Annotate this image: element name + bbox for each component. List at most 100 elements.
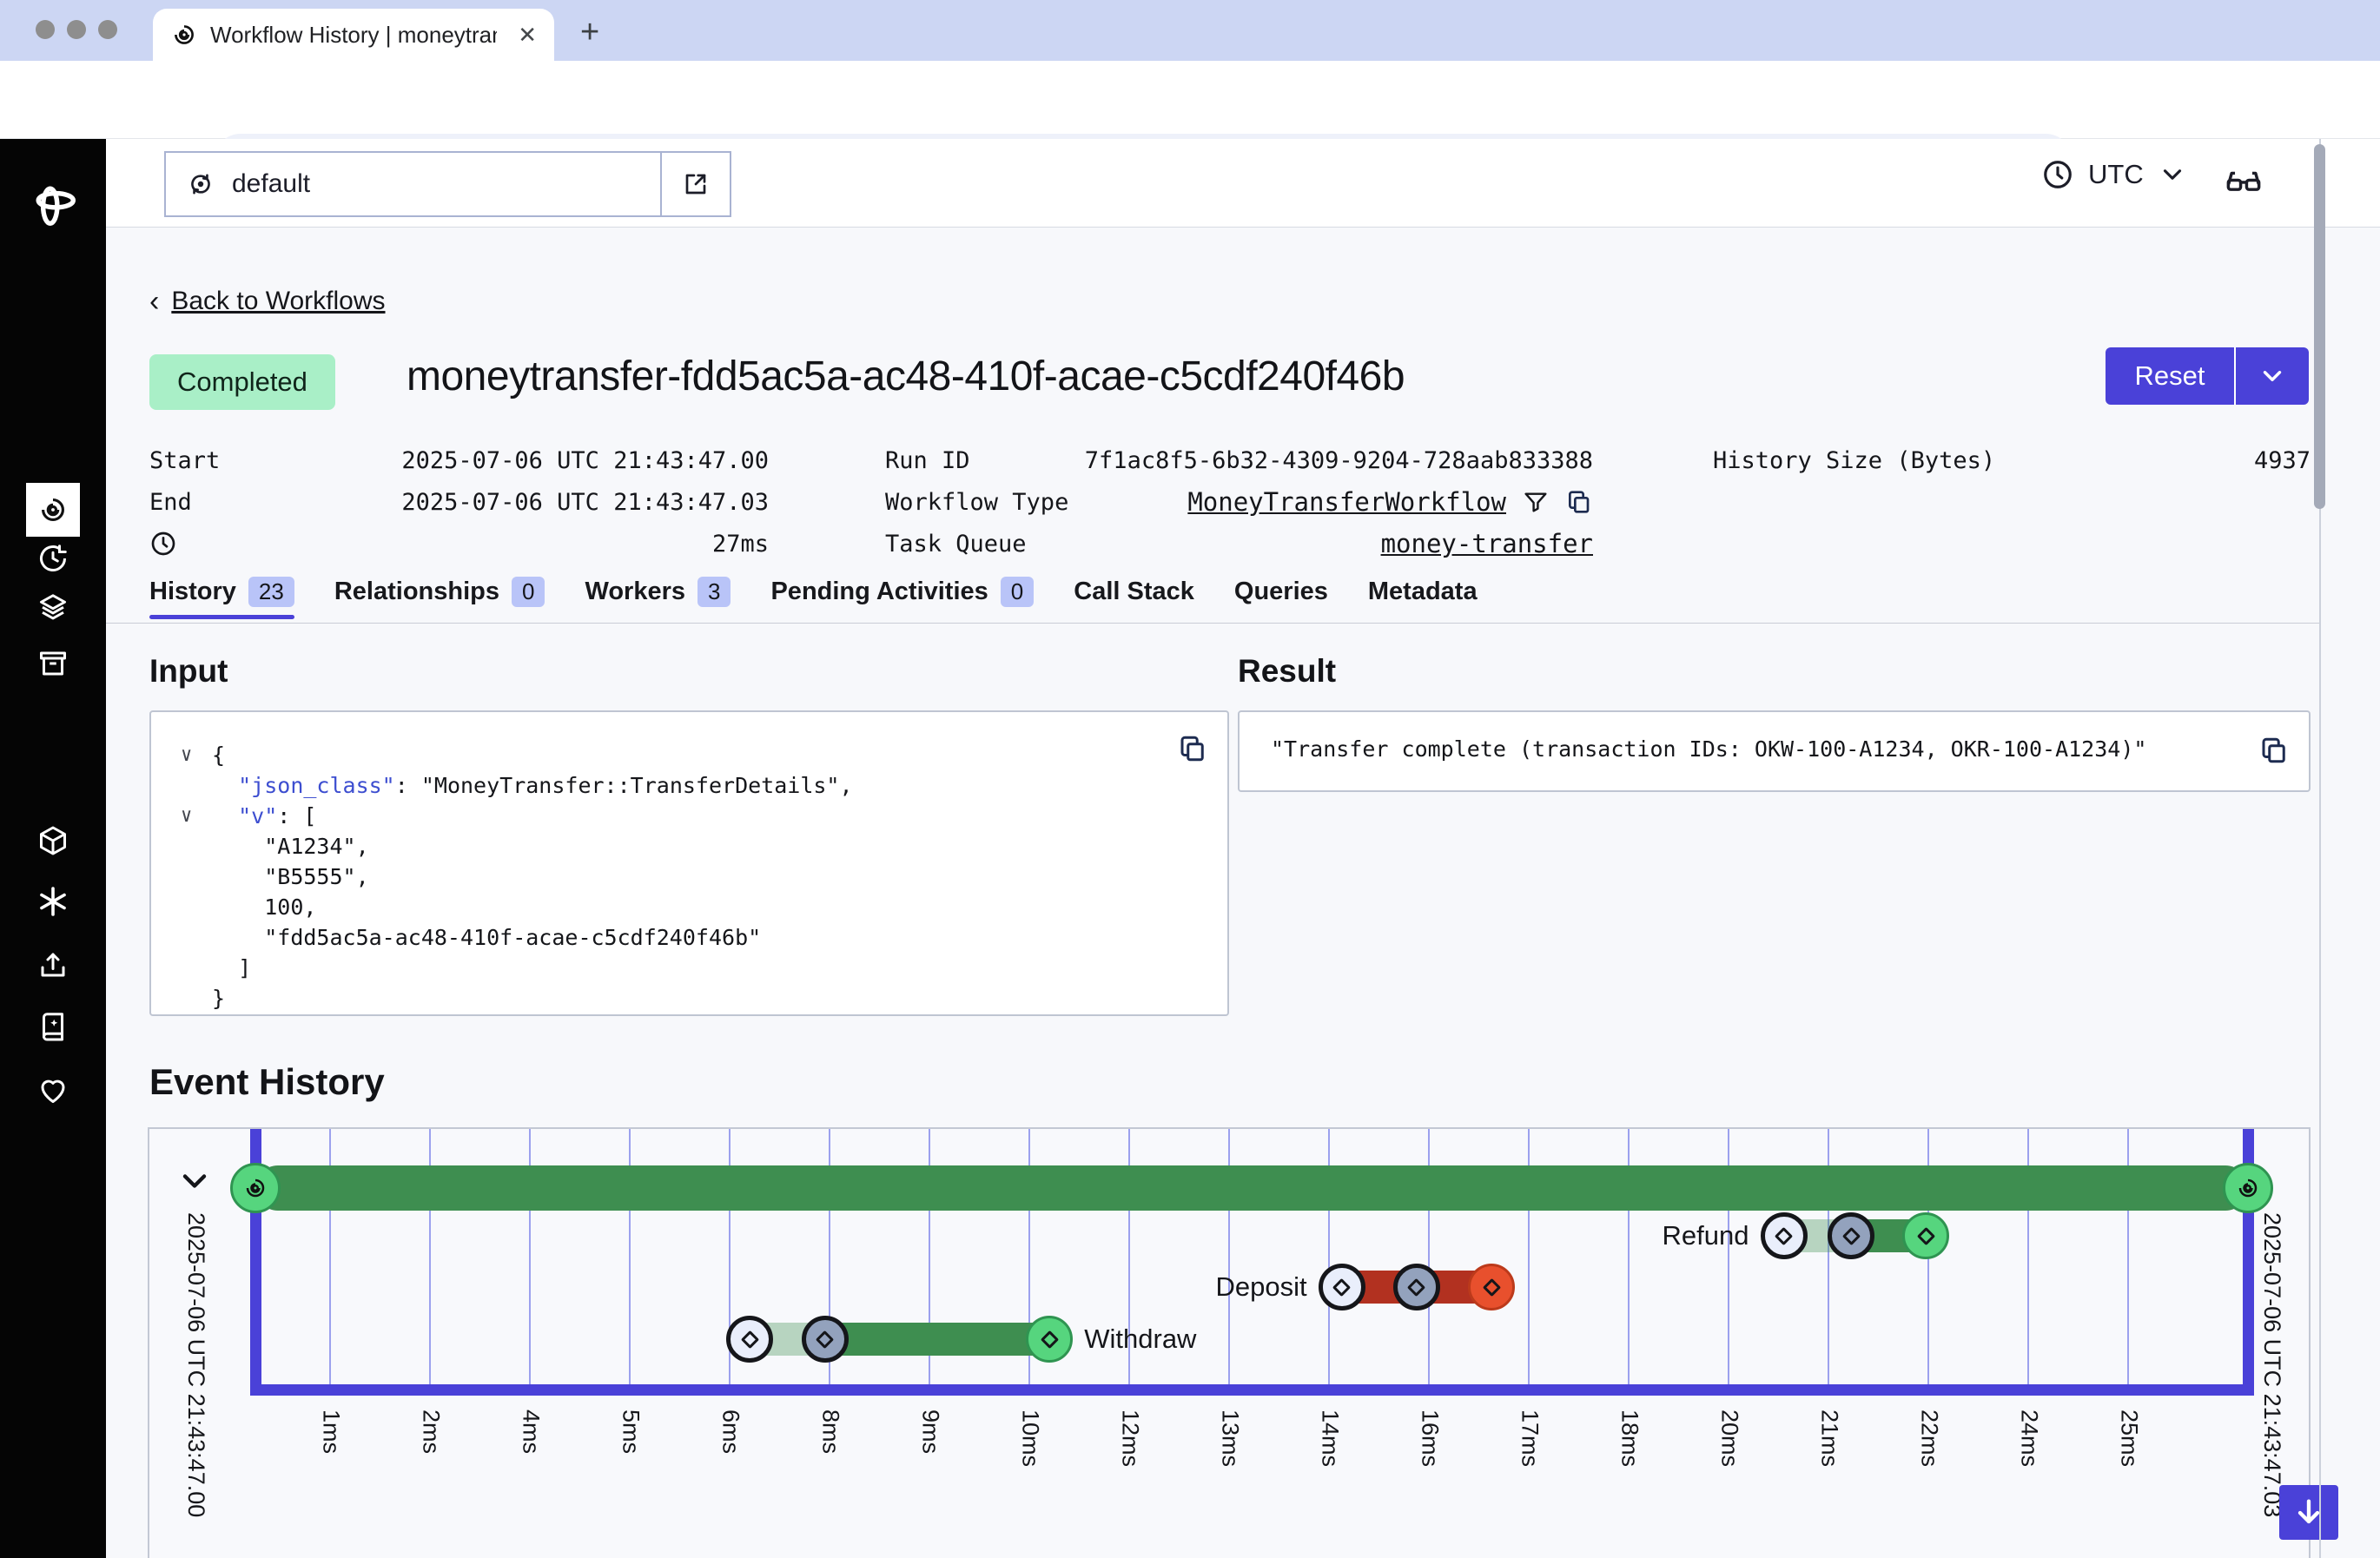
meta-row-workflow-type: Workflow Type MoneyTransferWorkflow (885, 481, 1593, 523)
sidebar-item-batch-operations[interactable] (37, 648, 69, 679)
event-marker-started[interactable] (802, 1316, 849, 1363)
chevron-down-icon (2258, 361, 2287, 391)
event-marker-scheduled[interactable] (1761, 1212, 1808, 1259)
sidebar-item-workflows[interactable] (26, 483, 80, 537)
start-label: Start (149, 447, 220, 474)
reset-dropdown-button[interactable] (2236, 347, 2309, 405)
event-marker-scheduled[interactable] (726, 1316, 773, 1363)
sidebar-item-feedback[interactable] (37, 1074, 69, 1106)
sidebar-item-nexus[interactable] (37, 886, 69, 917)
namespace-bar: default UTC (106, 139, 2380, 228)
clock-icon (2041, 158, 2074, 191)
tab-label: Metadata (1368, 578, 1478, 606)
axis-tick-label: 4ms (517, 1409, 544, 1454)
json-line: 100, (212, 892, 853, 922)
tab-call-stack[interactable]: Call Stack (1074, 578, 1194, 618)
copy-icon[interactable] (1177, 733, 1208, 764)
event-marker-workflow[interactable] (2223, 1163, 2273, 1213)
event-marker-scheduled[interactable] (1319, 1264, 1365, 1310)
meta-row-task-queue: Task Queue money-transfer (885, 523, 1593, 564)
task-queue-label: Task Queue (885, 531, 1027, 558)
axis-tick-label: 17ms (1516, 1409, 1543, 1467)
scroll-to-bottom-button[interactable] (2279, 1485, 2338, 1540)
tab-metadata[interactable]: Metadata (1368, 578, 1478, 618)
json-line: "A1234", (212, 831, 853, 862)
timeline-bottom-axis (250, 1384, 2254, 1396)
temporal-logo-icon[interactable] (30, 181, 76, 226)
chevron-down-icon (2158, 160, 2187, 189)
back-to-workflows-link[interactable]: ‹ Back to Workflows (149, 287, 386, 316)
event-marker-failed[interactable] (1468, 1264, 1515, 1310)
namespace-external-link-button[interactable] (660, 153, 730, 215)
tab-count-badge: 0 (512, 577, 545, 607)
browser-tab[interactable]: Workflow History | moneytran ✕ (153, 9, 554, 61)
tab-history[interactable]: History 23 (149, 577, 294, 619)
sidebar-item-schedules[interactable] (37, 543, 69, 574)
traffic-light-close[interactable] (36, 20, 55, 39)
tab-pending-activities[interactable]: Pending Activities 0 (770, 577, 1034, 619)
tab-queries[interactable]: Queries (1234, 578, 1328, 618)
tab-count-badge: 0 (1001, 577, 1034, 607)
tab-relationships[interactable]: Relationships 0 (334, 577, 545, 619)
tab-workers[interactable]: Workers 3 (585, 577, 731, 619)
copy-icon[interactable] (2258, 735, 2290, 766)
axis-tick-label: 13ms (1216, 1409, 1243, 1467)
tab-title: Workflow History | moneytran (210, 22, 497, 49)
filter-funnel-icon[interactable] (1522, 488, 1550, 516)
meta-column-times: Start 2025-07-06 UTC 21:43:47.00 End 202… (149, 439, 769, 564)
collapse-caret-icon[interactable]: ∨ (181, 740, 192, 770)
namespace-select[interactable]: default (164, 151, 731, 217)
axis-tick-label: 9ms (916, 1409, 943, 1454)
axis-tick-label: 6ms (717, 1409, 744, 1454)
end-label: End (149, 489, 192, 516)
traffic-light-zoom[interactable] (98, 20, 117, 39)
reset-button[interactable]: Reset (2106, 347, 2236, 405)
labs-glasses-icon[interactable] (2224, 162, 2264, 201)
result-value: "Transfer complete (transaction IDs: OKW… (1271, 736, 2146, 762)
browser-tabstrip: Workflow History | moneytran ✕ + (0, 0, 2380, 61)
tab-label: Call Stack (1074, 578, 1194, 606)
collapse-caret-icon[interactable]: ∨ (181, 801, 192, 831)
tab-label: Pending Activities (770, 578, 988, 606)
tab-close-icon[interactable]: ✕ (518, 22, 537, 49)
timezone-selector[interactable]: UTC (2041, 158, 2187, 191)
task-queue-link[interactable]: money-transfer (1381, 529, 1593, 558)
axis-tick-label: 20ms (1716, 1409, 1742, 1467)
result-heading: Result (1238, 653, 1336, 690)
sidebar-item-import[interactable] (37, 949, 69, 980)
json-line: } (212, 983, 853, 1013)
event-marker-started[interactable] (1828, 1212, 1874, 1259)
event-marker-started[interactable] (1393, 1264, 1440, 1310)
reset-split-button: Reset (2106, 347, 2309, 405)
tab-count-badge: 3 (697, 577, 731, 607)
event-marker-completed[interactable] (1902, 1212, 1949, 1259)
tab-label: Relationships (334, 578, 499, 606)
json-line: "json_class": "MoneyTransfer::TransferDe… (212, 770, 853, 801)
sidebar-item-docs[interactable] (37, 1011, 69, 1042)
traffic-light-minimize[interactable] (67, 20, 86, 39)
event-history-heading: Event History (149, 1061, 385, 1103)
axis-tick-label: 14ms (1316, 1409, 1343, 1467)
timezone-value: UTC (2088, 159, 2144, 190)
result-box: "Transfer complete (transaction IDs: OKW… (1238, 710, 2311, 792)
json-line: ] (212, 953, 853, 983)
event-marker-completed[interactable] (1026, 1316, 1073, 1363)
favicon-temporal-icon (170, 21, 198, 49)
workflow-type-label: Workflow Type (885, 489, 1068, 516)
meta-row-run-id: Run ID 7f1ac8f5-6b32-4309-9204-728aab833… (885, 439, 1593, 481)
axis-tick-label: 16ms (1416, 1409, 1443, 1467)
sidebar-item-namespaces[interactable] (37, 825, 69, 856)
workflow-type-link[interactable]: MoneyTransferWorkflow (1187, 487, 1506, 517)
activity-active-segment[interactable] (825, 1323, 1050, 1356)
workflow-title: moneytransfer-fdd5ac5a-ac48-410f-acae-c5… (407, 353, 1405, 400)
sidebar-item-deployments[interactable] (37, 592, 69, 624)
axis-tick-label: 24ms (2015, 1409, 2042, 1467)
event-marker-workflow[interactable] (230, 1163, 281, 1213)
axis-tick-label: 1ms (317, 1409, 344, 1454)
copy-icon[interactable] (1565, 488, 1593, 516)
workflow-span-bar[interactable] (255, 1165, 2248, 1211)
new-tab-icon[interactable]: + (580, 14, 599, 51)
timeline-plot[interactable]: 1ms2ms4ms5ms6ms8ms9ms10ms12ms13ms14ms16m… (149, 1129, 2309, 1556)
run-id-value: 7f1ac8f5-6b32-4309-9204-728aab833388 (1085, 447, 1593, 474)
app-scrollbar-thumb[interactable] (2314, 144, 2325, 509)
